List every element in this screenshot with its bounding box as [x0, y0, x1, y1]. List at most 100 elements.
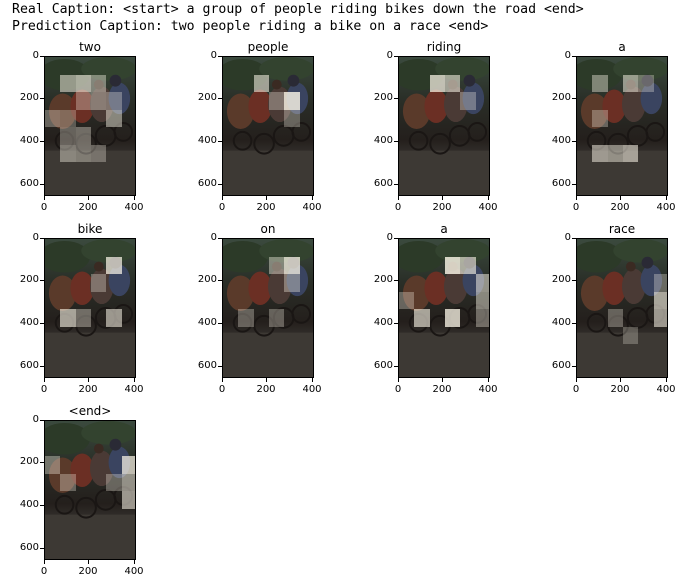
attention-image: [222, 238, 314, 378]
attention-cell: [91, 274, 107, 292]
attention-cell: [607, 144, 623, 162]
attention-cell: [60, 109, 76, 127]
y-tick-mark: [218, 56, 222, 57]
y-tick-label: 0: [32, 414, 39, 425]
attention-cell: [106, 256, 122, 274]
y-tick-mark: [40, 98, 44, 99]
x-tick-mark: [398, 378, 399, 382]
y-tick-label: 400: [197, 135, 217, 146]
attention-panel: <end> 0 200 400 600 0 200 400: [8, 404, 156, 577]
attention-panel: people 0 200 400 600 0 200 400: [186, 40, 334, 213]
y-tick-mark: [40, 323, 44, 324]
y-tick-mark: [394, 56, 398, 57]
x-tick-mark: [666, 196, 667, 200]
y-tick-label: 200: [551, 92, 571, 103]
attention-panel: race 0 200 400 600 0 200 400: [540, 222, 688, 395]
attention-cell: [284, 274, 300, 292]
panel-word: <end>: [68, 404, 112, 418]
x-tick-label: 0: [394, 202, 402, 213]
y-tick-mark: [40, 56, 44, 57]
x-tick-mark: [88, 196, 89, 200]
x-tick-label: 400: [302, 384, 322, 395]
panel-word: race: [608, 222, 636, 236]
attention-cell: [638, 74, 654, 92]
x-tick-label: 200: [610, 384, 630, 395]
y-tick-label: 400: [551, 317, 571, 328]
attention-cell: [592, 109, 608, 127]
y-tick-mark: [218, 98, 222, 99]
y-tick-mark: [218, 323, 222, 324]
panel-word: two: [79, 40, 101, 54]
x-tick-label: 400: [478, 384, 498, 395]
y-tick-label: 200: [551, 274, 571, 285]
attention-cell: [269, 92, 285, 110]
attention-cell: [75, 144, 91, 162]
x-tick-mark: [134, 378, 135, 382]
y-tick-label: 400: [551, 135, 571, 146]
y-tick-mark: [572, 184, 576, 185]
attention-cell: [45, 456, 61, 474]
attention-cell: [475, 309, 489, 327]
y-tick-label: 0: [386, 232, 393, 243]
attention-cell: [75, 309, 91, 327]
x-tick-mark: [620, 196, 621, 200]
attention-cell: [45, 109, 61, 127]
x-tick-label: 200: [432, 202, 452, 213]
attention-cell: [623, 74, 639, 92]
x-tick-label: 200: [78, 202, 98, 213]
attention-cell: [91, 144, 107, 162]
x-tick-mark: [442, 378, 443, 382]
attention-cell: [91, 92, 107, 110]
y-tick-label: 0: [564, 232, 571, 243]
y-tick-label: 600: [19, 178, 39, 189]
attention-cell: [399, 291, 415, 309]
x-tick-label: 400: [656, 202, 676, 213]
attention-cell: [475, 291, 489, 309]
y-tick-mark: [394, 280, 398, 281]
x-tick-label: 400: [656, 384, 676, 395]
y-tick-mark: [40, 238, 44, 239]
y-tick-label: 200: [19, 456, 39, 467]
x-tick-label: 400: [124, 566, 144, 577]
attention-image: [576, 56, 668, 196]
x-tick-mark: [666, 378, 667, 382]
attention-cell: [414, 309, 430, 327]
panel-word: riding: [426, 40, 462, 54]
attention-cell: [653, 274, 667, 292]
attention-cell: [653, 291, 667, 309]
y-tick-mark: [40, 366, 44, 367]
x-tick-label: 200: [78, 566, 98, 577]
y-tick-label: 400: [373, 317, 393, 328]
attention-cell: [623, 144, 639, 162]
attention-cell: [653, 309, 667, 327]
x-tick-mark: [44, 560, 45, 564]
x-tick-mark: [398, 196, 399, 200]
y-tick-mark: [394, 141, 398, 142]
attention-image: [44, 56, 136, 196]
y-tick-mark: [40, 548, 44, 549]
x-tick-label: 0: [572, 202, 580, 213]
x-tick-mark: [88, 378, 89, 382]
y-tick-label: 200: [373, 274, 393, 285]
attention-cell: [284, 92, 300, 110]
panel-word: people: [247, 40, 289, 54]
y-tick-mark: [40, 462, 44, 463]
y-tick-label: 0: [386, 50, 393, 61]
x-tick-mark: [442, 196, 443, 200]
x-tick-label: 200: [78, 384, 98, 395]
x-tick-label: 200: [256, 202, 276, 213]
attention-image: [222, 56, 314, 196]
x-tick-mark: [222, 196, 223, 200]
y-tick-mark: [218, 141, 222, 142]
y-tick-mark: [572, 238, 576, 239]
attention-cell: [592, 74, 608, 92]
y-tick-mark: [394, 323, 398, 324]
attention-cell: [253, 74, 269, 92]
attention-cell: [60, 473, 76, 491]
x-tick-mark: [488, 196, 489, 200]
x-tick-mark: [266, 196, 267, 200]
attention-image: [44, 238, 136, 378]
real-caption: Real Caption: <start> a group of people …: [12, 2, 584, 17]
y-tick-mark: [218, 238, 222, 239]
x-tick-label: 400: [124, 384, 144, 395]
